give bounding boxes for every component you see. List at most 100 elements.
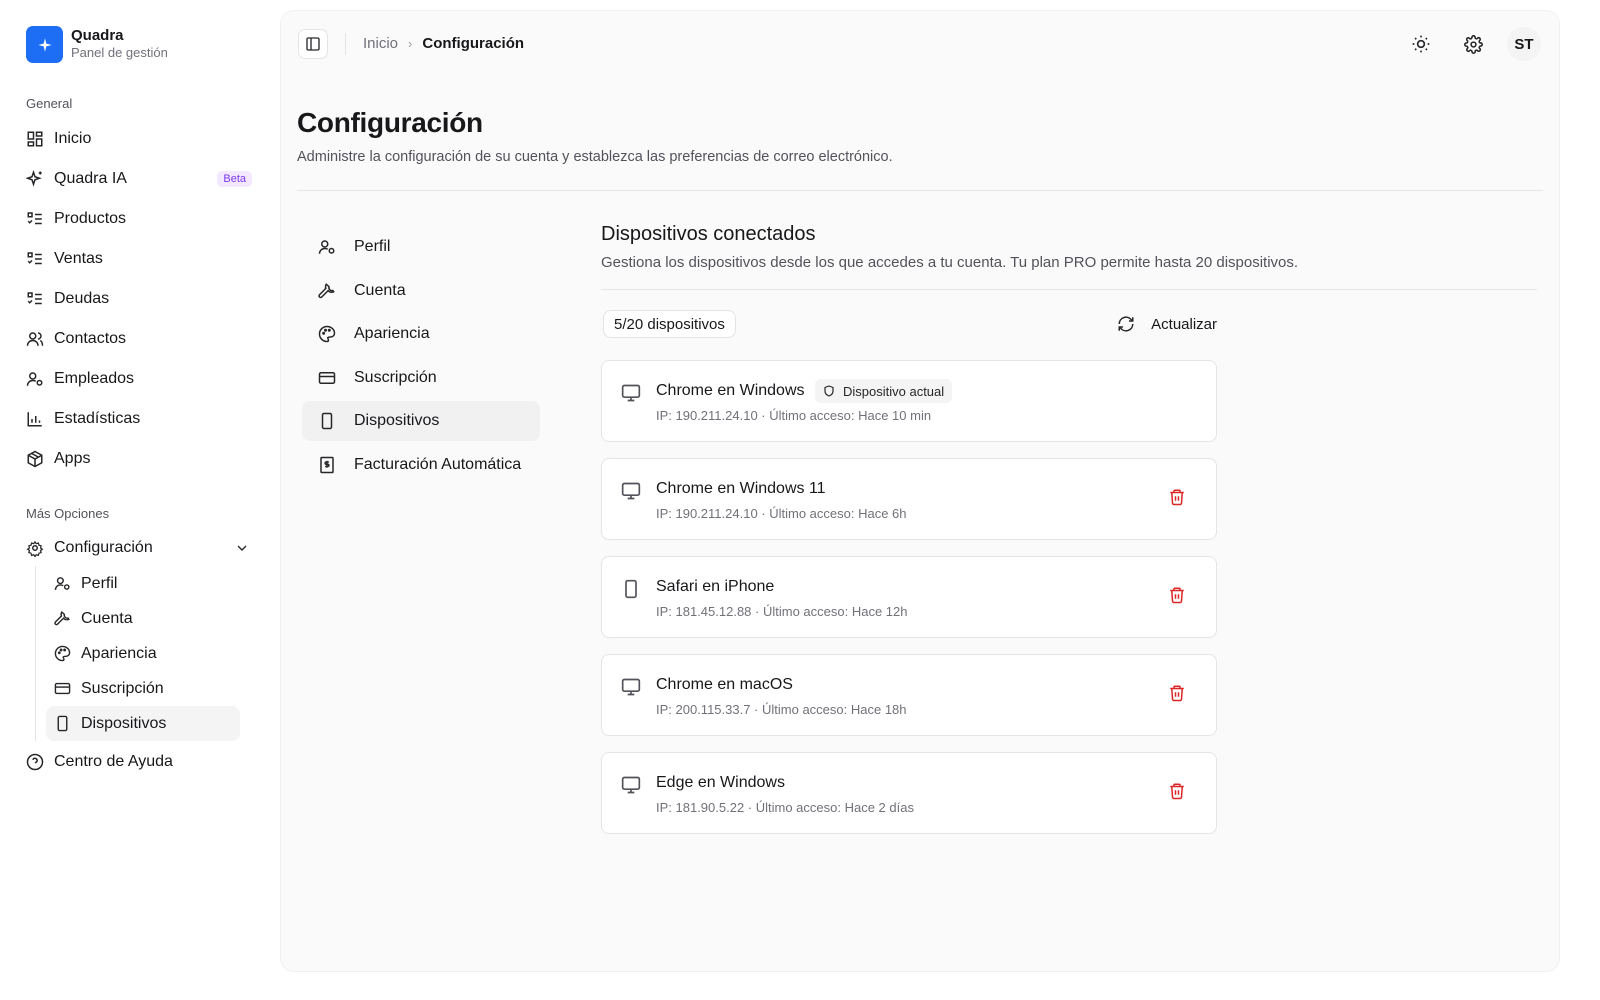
sidebar-toggle-button[interactable] [298,29,328,59]
section-label-general: General [26,96,73,111]
brand[interactable]: Quadra Panel de gestión [26,26,168,63]
gear-icon [26,539,44,557]
shield-icon [823,385,835,397]
settings-tab-apariencia[interactable]: Apariencia [302,314,540,354]
settings-tab-label: Perfil [354,238,391,255]
breadcrumb-home-link[interactable]: Inicio [363,35,398,52]
trash-icon[interactable] [1168,488,1188,508]
sidebar-item-configuracion[interactable]: Configuración [16,528,268,568]
trash-icon[interactable] [1168,684,1188,704]
device-meta: IP: 200.115.33.7 · Último acceso: Hace 1… [656,702,907,717]
divider [345,33,346,55]
config-nav: Configuración [16,528,268,568]
subnav-item-apariencia[interactable]: Apariencia [46,636,240,671]
monitor-icon [621,481,641,501]
devices-section: Dispositivos conectados Gestiona los dis… [601,223,1537,850]
sidebar-item-label: Apps [54,450,91,467]
subnav-item-label: Suscripción [81,679,164,697]
sidebar-item-label: Configuración [54,539,153,556]
sidebar-item-deudas[interactable]: Deudas [16,279,268,319]
device-meta: IP: 190.211.24.10 · Último acceso: Hace … [656,408,932,423]
device-name: Chrome en macOS [656,676,793,693]
device-name: Safari en iPhone [656,578,775,595]
settings-tab-label: Suscripción [354,368,437,386]
sidebar-item-productos[interactable]: Productos [16,199,268,239]
top-actions: ST [1385,27,1541,61]
breadcrumb-current: Configuración [422,35,525,52]
settings-tab-label: Apariencia [354,325,430,343]
sparkle-icon [26,26,63,63]
package-icon [26,450,44,468]
monitor-icon [621,383,641,403]
subnav-item-perfil[interactable]: Perfil [46,566,240,601]
smartphone-icon [54,715,71,732]
trash-icon[interactable] [1168,586,1188,606]
sidebar-item-ventas[interactable]: Ventas [16,239,268,279]
settings-tab-label: Dispositivos [354,412,440,430]
sidebar-item-apps[interactable]: Apps [16,439,268,479]
refresh-button[interactable]: Actualizar [1117,310,1217,338]
list-checks-icon [26,250,44,268]
settings-tab-perfil[interactable]: Perfil [302,227,540,267]
credit-card-icon [318,369,336,387]
settings-button[interactable] [1457,28,1489,60]
sidebar-item-label: Ventas [54,250,103,267]
trash-icon[interactable] [1168,782,1188,802]
bar-chart-icon [26,410,44,428]
device-meta: IP: 181.90.5.22 · Último acceso: Hace 2 … [656,800,914,815]
config-subnav: Perfil Cuenta Apariencia Suscripción Dis… [35,566,240,741]
subnav-item-suscripcion[interactable]: Suscripción [46,671,240,706]
settings-tab-label: Facturación Automática [354,455,522,473]
settings-tab-facturacion[interactable]: Facturación Automática [302,445,540,485]
device-name: Edge en Windows [656,774,785,791]
monitor-icon [621,775,641,795]
section-label-more: Más Opciones [26,506,110,521]
device-card: Chrome en macOS IP: 200.115.33.7 · Últim… [601,654,1217,736]
device-name: Chrome en Windows [656,382,805,399]
current-device-label: Dispositivo actual [843,383,945,399]
sidebar-item-label: Empleados [54,370,135,387]
subnav-item-label: Perfil [81,574,118,592]
sparkles-icon [26,170,44,188]
device-name: Chrome en Windows 11 [656,480,826,497]
device-meta: IP: 190.211.24.10 · Último acceso: Hace … [656,506,907,521]
sidebar-item-estadisticas[interactable]: Estadísticas [16,399,268,439]
sidebar-item-label: Centro de Ayuda [54,753,173,770]
main-panel: Inicio › Configuración ST Configuración … [280,10,1560,972]
sidebar-item-contactos[interactable]: Contactos [16,319,268,359]
settings-nav: Perfil Cuenta Apariencia Suscripción Dis… [302,227,540,489]
gear-icon [1463,34,1483,54]
divider [601,289,1537,290]
credit-card-icon [54,680,71,697]
sidebar-item-inicio[interactable]: Inicio [16,119,268,159]
device-card: Chrome en Windows 11 IP: 190.211.24.10 ·… [601,458,1217,540]
settings-tab-cuenta[interactable]: Cuenta [302,271,540,311]
divider [297,190,1543,191]
settings-tab-dispositivos[interactable]: Dispositivos [302,401,540,442]
subnav-item-label: Cuenta [81,609,133,627]
sidebar: Quadra Panel de gestión General Inicio Q… [0,0,284,1000]
devices-toolbar: 5/20 dispositivos Actualizar [601,310,1217,340]
section-title: Dispositivos conectados [601,223,816,245]
sidebar-item-label: Productos [54,210,127,227]
refresh-icon [1117,315,1135,333]
chevron-down-icon[interactable] [234,540,250,556]
theme-toggle-button[interactable] [1405,28,1437,60]
section-subtitle: Gestiona los dispositivos desde los que … [601,254,1299,271]
palette-icon [54,645,71,662]
sidebar-item-empleados[interactable]: Empleados [16,359,268,399]
user-cog-icon [54,575,71,592]
device-card: Chrome en Windows Dispositivo actual IP:… [601,360,1217,442]
subnav-item-label: Apariencia [81,644,157,662]
device-meta: IP: 181.45.12.88 · Último acceso: Hace 1… [656,604,908,619]
avatar[interactable]: ST [1507,27,1541,61]
sidebar-item-centro-de-ayuda[interactable]: Centro de Ayuda [16,742,268,782]
sun-icon [1411,34,1431,54]
brand-name: Quadra [71,27,124,44]
sidebar-item-label: Quadra IA [54,170,127,187]
device-card: Safari en iPhone IP: 181.45.12.88 · Últi… [601,556,1217,638]
subnav-item-dispositivos[interactable]: Dispositivos [46,706,240,741]
subnav-item-cuenta[interactable]: Cuenta [46,601,240,636]
settings-tab-suscripcion[interactable]: Suscripción [302,358,540,398]
sidebar-item-quadra-ia[interactable]: Quadra IA Beta [16,159,268,199]
